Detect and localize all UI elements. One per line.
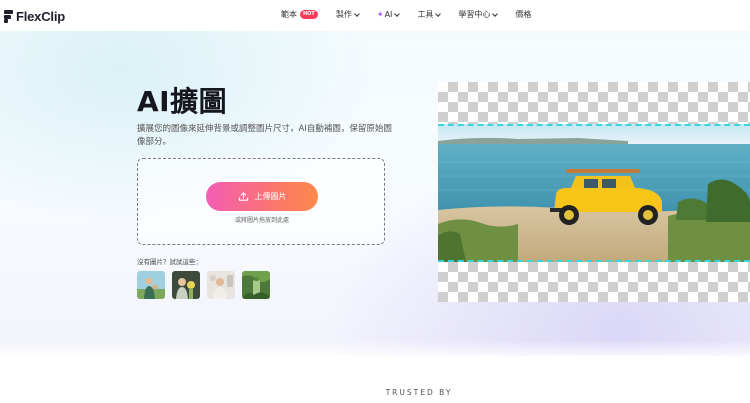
trusted-by-heading: TRUSTED BY <box>385 388 453 397</box>
nav-item-pricing[interactable]: 價格 <box>515 9 531 20</box>
nav-item-label: 範本 <box>281 10 297 19</box>
nav-item-tools[interactable]: 工具 <box>417 9 442 20</box>
crop-guide-bottom <box>438 260 750 262</box>
upload-image-button[interactable]: 上傳圖片 <box>206 182 318 211</box>
nav-item-create[interactable]: 製作 <box>335 9 360 20</box>
logo-text: FlexClip <box>16 8 65 24</box>
sparkle-icon: ✦ <box>376 10 384 19</box>
chevron-down-icon <box>435 10 442 17</box>
nav-item-label: 製作 <box>335 10 352 19</box>
sample-image-4[interactable] <box>242 271 270 299</box>
chevron-down-icon <box>492 10 499 17</box>
hot-badge: HOT <box>300 10 318 19</box>
preview-photo <box>438 124 750 262</box>
main-nav: 範本 HOT 製作 ✦ AI 工具 學習中心 價格 <box>281 9 549 20</box>
chevron-down-icon <box>394 10 401 17</box>
nav-item-templates[interactable]: 範本 HOT <box>281 9 318 20</box>
upload-dropzone[interactable]: 上傳圖片 或將圖片拖放到此處 <box>137 158 385 245</box>
upload-button-label: 上傳圖片 <box>254 192 287 201</box>
drag-drop-hint: 或將圖片拖放到此處 <box>234 217 289 224</box>
sample-images <box>137 271 277 299</box>
nav-item-label: 工具 <box>417 10 434 19</box>
sample-images-label: 沒有圖片？試試這些： <box>137 258 202 266</box>
sample-image-3[interactable] <box>207 271 235 299</box>
page-title: AI擴圖 <box>137 85 228 118</box>
nav-item-label: 價格 <box>515 10 532 19</box>
sample-image-1[interactable] <box>137 271 165 299</box>
nav-item-label: AI <box>384 10 393 19</box>
chevron-down-icon <box>354 10 360 17</box>
upload-icon <box>238 192 248 201</box>
top-navbar: FlexClip 範本 HOT 製作 ✦ AI 工具 學習中心 價格 <box>0 0 750 31</box>
crop-guide-top <box>438 124 750 126</box>
nav-item-ai[interactable]: ✦ AI <box>376 10 401 19</box>
flexclip-logo[interactable]: FlexClip <box>4 7 65 25</box>
sample-image-2[interactable] <box>172 271 200 299</box>
logo-icon <box>4 9 14 23</box>
hero-fade <box>0 340 750 360</box>
nav-item-learning-center[interactable]: 學習中心 <box>458 9 499 20</box>
nav-item-label: 學習中心 <box>458 10 491 19</box>
page-subtitle: 擴展您的圖像來延伸背景或調整圖片尺寸，AI自動補圖，保留原始圖像部分。 <box>137 124 392 147</box>
